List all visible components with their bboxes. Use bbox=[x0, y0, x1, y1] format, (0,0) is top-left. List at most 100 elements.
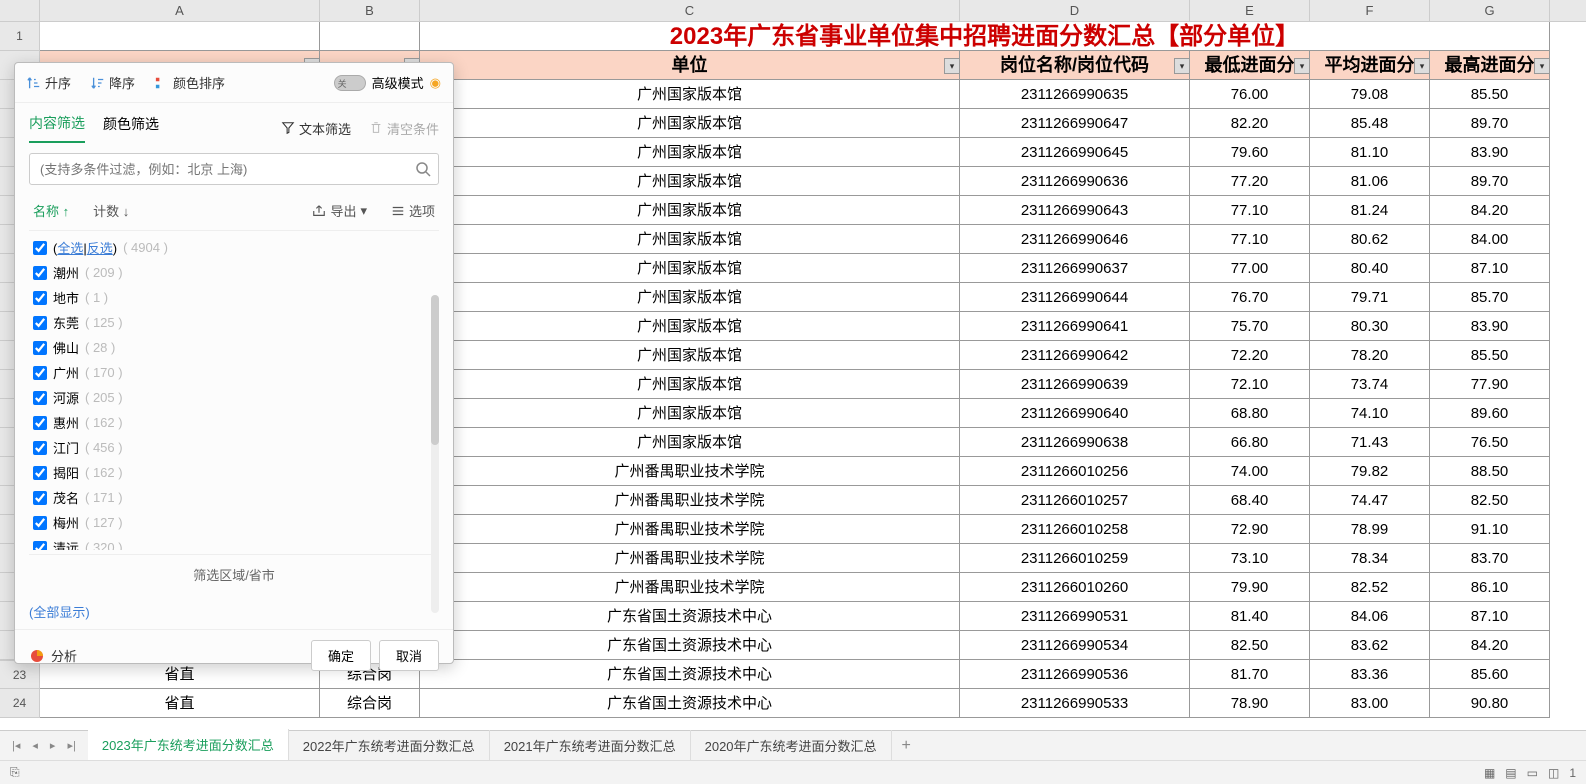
sheet-nav-next[interactable]: ▸ bbox=[46, 737, 60, 754]
cell[interactable]: 广州番禺职业技术学院 bbox=[420, 457, 960, 486]
cell[interactable]: 72.10 bbox=[1190, 370, 1310, 399]
scrollbar-thumb[interactable] bbox=[431, 295, 439, 445]
sort-ascending-button[interactable]: 升序 bbox=[27, 73, 71, 92]
view-page-icon[interactable]: ▤ bbox=[1505, 766, 1516, 780]
cell[interactable]: 广州国家版本馆 bbox=[420, 312, 960, 341]
cell[interactable]: 73.10 bbox=[1190, 544, 1310, 573]
header-position[interactable]: 岗位名称/岗位代码 bbox=[960, 51, 1190, 80]
cell[interactable]: 78.90 bbox=[1190, 689, 1310, 718]
cell[interactable]: 82.52 bbox=[1310, 573, 1430, 602]
cell[interactable]: 66.80 bbox=[1190, 428, 1310, 457]
cell[interactable]: 2311266990645 bbox=[960, 138, 1190, 167]
cell[interactable]: 85.50 bbox=[1430, 80, 1550, 109]
cell[interactable]: 2311266010258 bbox=[960, 515, 1190, 544]
cell[interactable]: 广东省国土资源技术中心 bbox=[420, 689, 960, 718]
tab-color-filter[interactable]: 颜色筛选 bbox=[103, 114, 159, 142]
cell[interactable]: 82.50 bbox=[1430, 486, 1550, 515]
sheet-tab-2020[interactable]: 2020年广东统考进面分数汇总 bbox=[691, 730, 892, 761]
invert-selection-link[interactable]: 反选 bbox=[87, 241, 113, 256]
cell[interactable]: 72.20 bbox=[1190, 341, 1310, 370]
cell[interactable]: 74.47 bbox=[1310, 486, 1430, 515]
cell[interactable]: 79.60 bbox=[1190, 138, 1310, 167]
sheet-tab-2023[interactable]: 2023年广东统考进面分数汇总 bbox=[88, 729, 289, 762]
sheet-nav-first[interactable]: |◂ bbox=[8, 737, 24, 754]
cell[interactable]: 83.70 bbox=[1430, 544, 1550, 573]
add-sheet-button[interactable]: + bbox=[892, 733, 921, 759]
cell[interactable]: 2311266990637 bbox=[960, 254, 1190, 283]
cell[interactable]: 广州国家版本馆 bbox=[420, 138, 960, 167]
cell[interactable]: 2311266990642 bbox=[960, 341, 1190, 370]
text-filter-button[interactable]: 文本筛选 bbox=[281, 119, 351, 138]
sheet-tab-2021[interactable]: 2021年广东统考进面分数汇总 bbox=[490, 730, 691, 761]
status-mode-icon[interactable]: ⎘ bbox=[10, 765, 20, 780]
cell[interactable]: 79.71 bbox=[1310, 283, 1430, 312]
cell[interactable]: 87.10 bbox=[1430, 254, 1550, 283]
filter-item-checkbox[interactable] bbox=[33, 341, 47, 355]
col-header-e[interactable]: E bbox=[1190, 0, 1310, 21]
advanced-mode-toggle[interactable] bbox=[334, 75, 366, 91]
select-all-corner[interactable] bbox=[0, 0, 40, 21]
list-header-count[interactable]: 计数 ↓ bbox=[93, 201, 129, 220]
cell[interactable]: 89.70 bbox=[1430, 109, 1550, 138]
cell[interactable]: 广州国家版本馆 bbox=[420, 196, 960, 225]
filter-item-checkbox[interactable] bbox=[33, 466, 47, 480]
cell[interactable]: 78.34 bbox=[1310, 544, 1430, 573]
view-normal-icon[interactable]: ▦ bbox=[1484, 766, 1495, 780]
filter-item-checkbox[interactable] bbox=[33, 416, 47, 430]
cell[interactable]: 广州番禺职业技术学院 bbox=[420, 544, 960, 573]
cell[interactable]: 84.20 bbox=[1430, 631, 1550, 660]
cell[interactable]: 2311266990647 bbox=[960, 109, 1190, 138]
reading-mode-icon[interactable]: ◫ bbox=[1548, 766, 1559, 780]
ok-button[interactable]: 确定 bbox=[311, 640, 371, 671]
row-number[interactable]: 24 bbox=[0, 689, 40, 718]
cell[interactable]: 89.70 bbox=[1430, 167, 1550, 196]
col-header-d[interactable]: D bbox=[960, 0, 1190, 21]
cell[interactable]: 83.36 bbox=[1310, 660, 1430, 689]
cell[interactable]: 81.06 bbox=[1310, 167, 1430, 196]
cell[interactable]: 84.00 bbox=[1430, 225, 1550, 254]
select-all-checkbox[interactable] bbox=[33, 241, 47, 255]
filter-item-checkbox[interactable] bbox=[33, 366, 47, 380]
cell[interactable]: 74.00 bbox=[1190, 457, 1310, 486]
cell[interactable]: 68.80 bbox=[1190, 399, 1310, 428]
cell[interactable]: 2311266990531 bbox=[960, 602, 1190, 631]
export-button[interactable]: 导出 ▾ bbox=[312, 201, 367, 220]
view-pagebreak-icon[interactable]: ▭ bbox=[1527, 766, 1538, 780]
cell[interactable]: 77.10 bbox=[1190, 225, 1310, 254]
filter-item-checkbox[interactable] bbox=[33, 291, 47, 305]
cell[interactable]: 76.00 bbox=[1190, 80, 1310, 109]
cell[interactable]: 广东省国土资源技术中心 bbox=[420, 602, 960, 631]
cell[interactable]: 91.10 bbox=[1430, 515, 1550, 544]
cell[interactable]: 83.90 bbox=[1430, 138, 1550, 167]
filter-item-checkbox[interactable] bbox=[33, 491, 47, 505]
filter-search-input[interactable] bbox=[29, 153, 439, 185]
cell[interactable]: 82.50 bbox=[1190, 631, 1310, 660]
cell[interactable]: 68.40 bbox=[1190, 486, 1310, 515]
cell[interactable]: 广州番禺职业技术学院 bbox=[420, 573, 960, 602]
list-header-name[interactable]: 名称 ↑ bbox=[33, 201, 69, 220]
col-header-a[interactable]: A bbox=[40, 0, 320, 21]
cell[interactable]: 2311266010257 bbox=[960, 486, 1190, 515]
cell[interactable]: 广州国家版本馆 bbox=[420, 370, 960, 399]
cell[interactable]: 广东省国土资源技术中心 bbox=[420, 631, 960, 660]
filter-item-checkbox[interactable] bbox=[33, 441, 47, 455]
cell[interactable]: 广州国家版本馆 bbox=[420, 109, 960, 138]
cell[interactable]: 75.70 bbox=[1190, 312, 1310, 341]
cell-b1[interactable] bbox=[320, 22, 420, 51]
cell[interactable]: 广州国家版本馆 bbox=[420, 80, 960, 109]
options-button[interactable]: 选项 bbox=[391, 201, 435, 220]
col-header-c[interactable]: C bbox=[420, 0, 960, 21]
cell[interactable]: 2311266990641 bbox=[960, 312, 1190, 341]
cell[interactable]: 82.20 bbox=[1190, 109, 1310, 138]
cell[interactable]: 80.62 bbox=[1310, 225, 1430, 254]
filter-item-checkbox[interactable] bbox=[33, 391, 47, 405]
cell[interactable]: 广州国家版本馆 bbox=[420, 167, 960, 196]
cell[interactable]: 86.10 bbox=[1430, 573, 1550, 602]
sort-descending-button[interactable]: 降序 bbox=[91, 73, 135, 92]
cell[interactable]: 广州国家版本馆 bbox=[420, 399, 960, 428]
cell[interactable]: 广州国家版本馆 bbox=[420, 283, 960, 312]
cell[interactable]: 2311266990534 bbox=[960, 631, 1190, 660]
cell[interactable]: 80.40 bbox=[1310, 254, 1430, 283]
cell[interactable]: 87.10 bbox=[1430, 602, 1550, 631]
sheet-nav-prev[interactable]: ◂ bbox=[28, 737, 42, 754]
